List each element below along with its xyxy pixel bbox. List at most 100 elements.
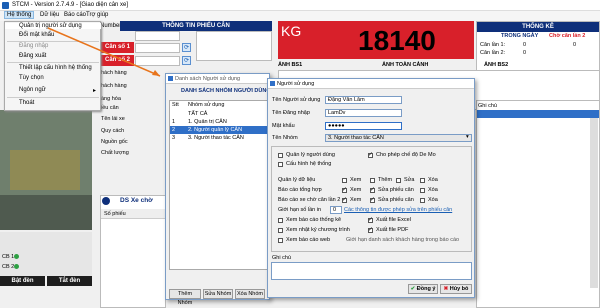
delete-group-button[interactable]: Xóa Nhóm — [235, 289, 265, 299]
add-label: Thêm — [378, 177, 393, 183]
scale-1-label[interactable]: Cân số 1 — [101, 42, 134, 53]
app-icon — [2, 2, 9, 9]
summary-edit-ticket-checkbox[interactable] — [370, 186, 375, 193]
stats-today: TRONG NGÀY — [501, 33, 539, 39]
group-select[interactable]: 3. Người thao tác CÂN — [325, 134, 472, 142]
cb2-label: CB 2 — [2, 264, 15, 270]
data-add-checkbox[interactable] — [370, 178, 375, 183]
summary-view-checkbox[interactable] — [342, 186, 347, 193]
menu-separator — [7, 62, 99, 63]
ok-button[interactable]: ✔ Đồng ý — [408, 284, 438, 294]
group-label: Tên Nhóm — [272, 135, 298, 141]
view-label: Xem — [350, 177, 362, 183]
web-label: Xem báo cáo web — [286, 237, 331, 243]
menu-report[interactable]: Báo cáo — [64, 12, 86, 18]
menu-item-options[interactable]: Tùy chọn — [19, 75, 44, 81]
scale-2-field[interactable] — [135, 56, 180, 66]
data-view-checkbox[interactable] — [342, 178, 347, 183]
password-field[interactable]: ●●●●● — [325, 122, 402, 130]
delete-label: Xóa — [428, 197, 438, 203]
image-bs1-label: ẢNH BS1 — [278, 62, 303, 68]
quality-label: Chất lượng — [101, 150, 129, 156]
menu-item-change-password[interactable]: Đổi mật khẩu — [19, 32, 54, 38]
chevron-right-icon: ▸ — [93, 88, 97, 94]
group-dialog-titlebar: Danh sách Người sử dụng — [166, 74, 269, 84]
menu-data[interactable]: Dữ liệu — [40, 12, 59, 18]
camera-preview — [0, 110, 92, 230]
menu-item-user-admin[interactable]: Quản trị người sử dụng — [5, 23, 101, 29]
car-icon — [102, 197, 110, 205]
menu-item-login[interactable]: Đăng nhập — [19, 43, 48, 49]
status-led — [14, 254, 19, 259]
side-label: hách hàng — [101, 83, 127, 89]
view-label: Xem — [350, 197, 362, 203]
stt-header: Stt — [172, 102, 179, 108]
fullname-field[interactable]: Đặng Văn Lâm — [325, 96, 402, 104]
refresh-icon[interactable]: ⟳ — [182, 43, 191, 52]
web-checkbox[interactable] — [278, 238, 283, 243]
waiting-delete-checkbox[interactable] — [420, 198, 425, 203]
group-row-admin[interactable]: 1. Quản trị CÂN — [188, 119, 227, 125]
data-mgmt-label: Quản lý dữ liệu — [278, 177, 316, 183]
excel-checkbox[interactable] — [368, 216, 373, 223]
group-row-operator[interactable]: 3. Người thao tác CÂN — [188, 135, 244, 141]
summary-label: Báo cáo tổng hợp — [278, 187, 322, 193]
stats-value: 0 — [523, 50, 527, 56]
user-dialog-title: Người sử dụng — [277, 81, 315, 87]
group-row-manager[interactable]: 2. Người quản lý CÂN — [188, 127, 242, 133]
stats-value: 0 — [523, 42, 527, 48]
waiting-view-checkbox[interactable] — [342, 196, 347, 203]
print-limit-field[interactable]: 0 — [330, 206, 342, 214]
cancel-button[interactable]: ✖ Hủy bỏ — [440, 284, 472, 294]
number-label: Number — [100, 23, 122, 29]
menu-separator — [7, 97, 99, 98]
menu-system[interactable]: Hệ thống — [4, 11, 35, 19]
stat-report-checkbox[interactable] — [278, 218, 283, 223]
demo-label: Cho phép chế độ De Mo — [376, 152, 436, 158]
menu-separator — [7, 41, 99, 42]
edit-ticket-label: Sửa phiếu cân — [378, 197, 414, 203]
ticket-info-header: THÔNG TIN PHIẾU CÂN — [120, 21, 272, 31]
config-checkbox[interactable] — [278, 162, 283, 167]
waiting-report-label: Báo cáo xe chờ cân lần 2 — [278, 197, 341, 203]
group-row-all[interactable]: TẤT CẢ — [188, 111, 207, 117]
customer-limit-note: Giới hạn danh sách khách hàng trong báo … — [346, 237, 460, 243]
scale-2-label[interactable]: Cân số 2 — [101, 55, 134, 66]
note-field[interactable] — [271, 262, 472, 280]
number-field[interactable] — [135, 31, 180, 41]
user-dialog: Người sử dụng Tên Người sử dụng Đặng Văn… — [267, 78, 475, 298]
demo-checkbox[interactable] — [368, 151, 373, 158]
pdf-checkbox[interactable] — [368, 226, 373, 233]
grid-scrollbar[interactable] — [590, 118, 598, 288]
driver-label: Tên lái xe — [101, 116, 125, 122]
menu-item-exit[interactable]: Thoát — [19, 100, 34, 106]
grid-note-header: Ghi chú — [478, 103, 497, 109]
menu-help[interactable]: Trợ giúp — [86, 12, 108, 18]
lights-off-button[interactable]: Tắt đèn — [47, 276, 92, 286]
menu-item-config[interactable]: Thiết lập cấu hình hệ thống — [19, 65, 92, 71]
log-checkbox[interactable] — [278, 228, 283, 233]
print-limit-label: Giới hạn số lần in — [278, 207, 322, 213]
login-field[interactable]: LamDv — [325, 109, 402, 117]
menu-item-language[interactable]: Ngôn ngữ — [19, 87, 46, 93]
side-label: iều cân — [101, 105, 119, 111]
scale-1-field[interactable] — [135, 43, 180, 53]
menu-item-logout[interactable]: Đăng xuất — [19, 53, 46, 59]
lights-on-button[interactable]: Bật đèn — [0, 276, 45, 286]
group-row-stt: 3 — [172, 135, 176, 141]
status-led — [14, 264, 19, 269]
user-mgmt-checkbox[interactable] — [278, 153, 283, 158]
summary-delete-checkbox[interactable] — [420, 188, 425, 193]
editable-fields-link[interactable]: Các thông tin được phép sửa trên phiếu c… — [344, 207, 452, 213]
group-list-dialog: Danh sách Người sử dụng DANH SÁCH NHÓM N… — [165, 73, 271, 306]
chevron-down-icon: ▾ — [466, 134, 469, 140]
waiting-edit-ticket-checkbox[interactable] — [370, 196, 375, 203]
edit-group-button[interactable]: Sửa Nhóm — [203, 289, 233, 299]
ticket-panel — [196, 31, 272, 61]
data-delete-checkbox[interactable] — [420, 178, 425, 183]
refresh-icon[interactable]: ⟳ — [182, 56, 191, 65]
grid-selected-row[interactable] — [477, 110, 599, 118]
menu-bar: Hệ thống Dữ liệu Báo cáo Trợ giúp — [0, 11, 600, 21]
add-group-button[interactable]: Thêm Nhóm — [169, 289, 201, 306]
data-edit-checkbox[interactable] — [396, 178, 401, 183]
